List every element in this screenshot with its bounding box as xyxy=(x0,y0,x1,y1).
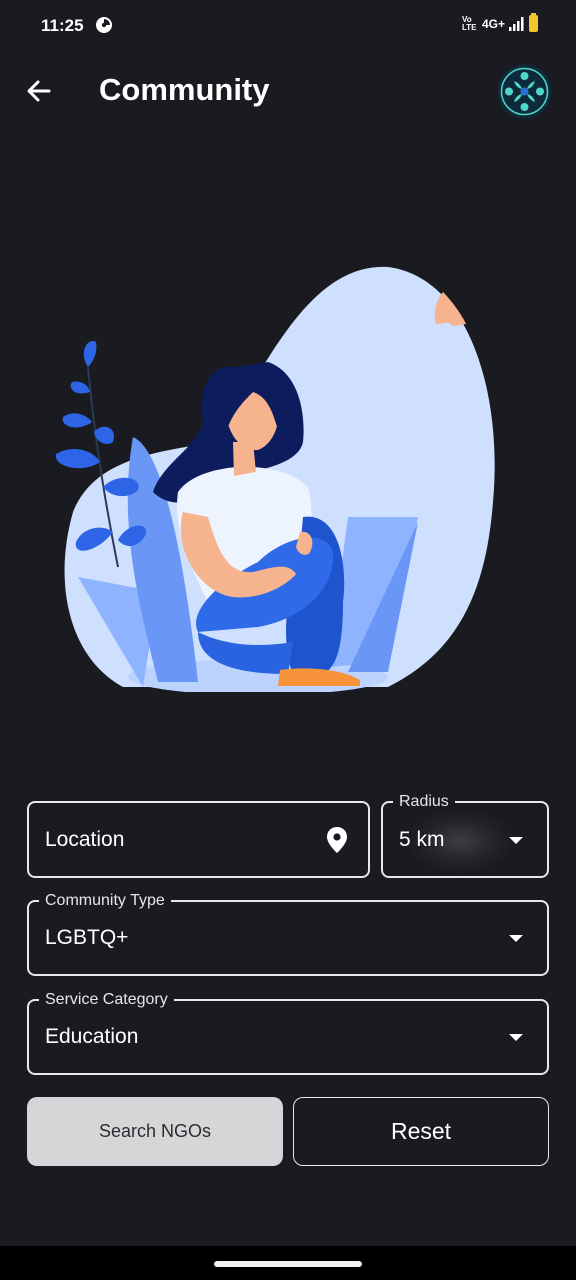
reset-button[interactable]: Reset xyxy=(293,1097,549,1166)
service-category-label: Service Category xyxy=(39,990,174,1010)
volte-indicator: Vo LTE xyxy=(461,14,477,32)
page-title: Community xyxy=(99,72,270,107)
chevron-down-icon xyxy=(509,836,523,844)
notification-app-icon xyxy=(96,17,112,33)
home-indicator[interactable] xyxy=(214,1261,362,1267)
signal-icon xyxy=(509,16,524,31)
community-type-label: Community Type xyxy=(39,891,171,911)
location-field[interactable]: Location xyxy=(27,801,370,878)
chevron-down-icon xyxy=(509,1034,523,1041)
app-bar: Community xyxy=(0,52,576,132)
radius-value: 5 km xyxy=(399,827,445,851)
navigation-bar xyxy=(0,1246,576,1280)
map-pin-icon[interactable] xyxy=(326,826,348,854)
service-category-value: Education xyxy=(45,1025,139,1048)
community-logo-icon[interactable] xyxy=(497,64,552,119)
status-bar: 11:25 Vo LTE 4G+ xyxy=(0,0,576,52)
person-sitting-illustration xyxy=(55,266,495,692)
community-type-dropdown[interactable]: Community Type LGBTQ+ xyxy=(27,891,549,976)
status-indicators: Vo LTE 4G+ xyxy=(461,13,538,32)
radius-dropdown[interactable]: Radius 5 km xyxy=(381,792,549,878)
community-type-value: LGBTQ+ xyxy=(45,926,129,949)
location-placeholder: Location xyxy=(45,827,125,851)
battery-icon xyxy=(529,13,538,32)
radius-label: Radius xyxy=(393,792,455,812)
network-type: 4G+ xyxy=(481,16,505,31)
back-arrow-icon[interactable] xyxy=(22,74,56,108)
service-category-dropdown[interactable]: Service Category Education xyxy=(27,990,549,1075)
chevron-down-icon xyxy=(509,935,523,942)
search-ngos-button[interactable]: Search NGOs xyxy=(27,1097,283,1166)
status-time: 11:25 xyxy=(41,16,84,35)
